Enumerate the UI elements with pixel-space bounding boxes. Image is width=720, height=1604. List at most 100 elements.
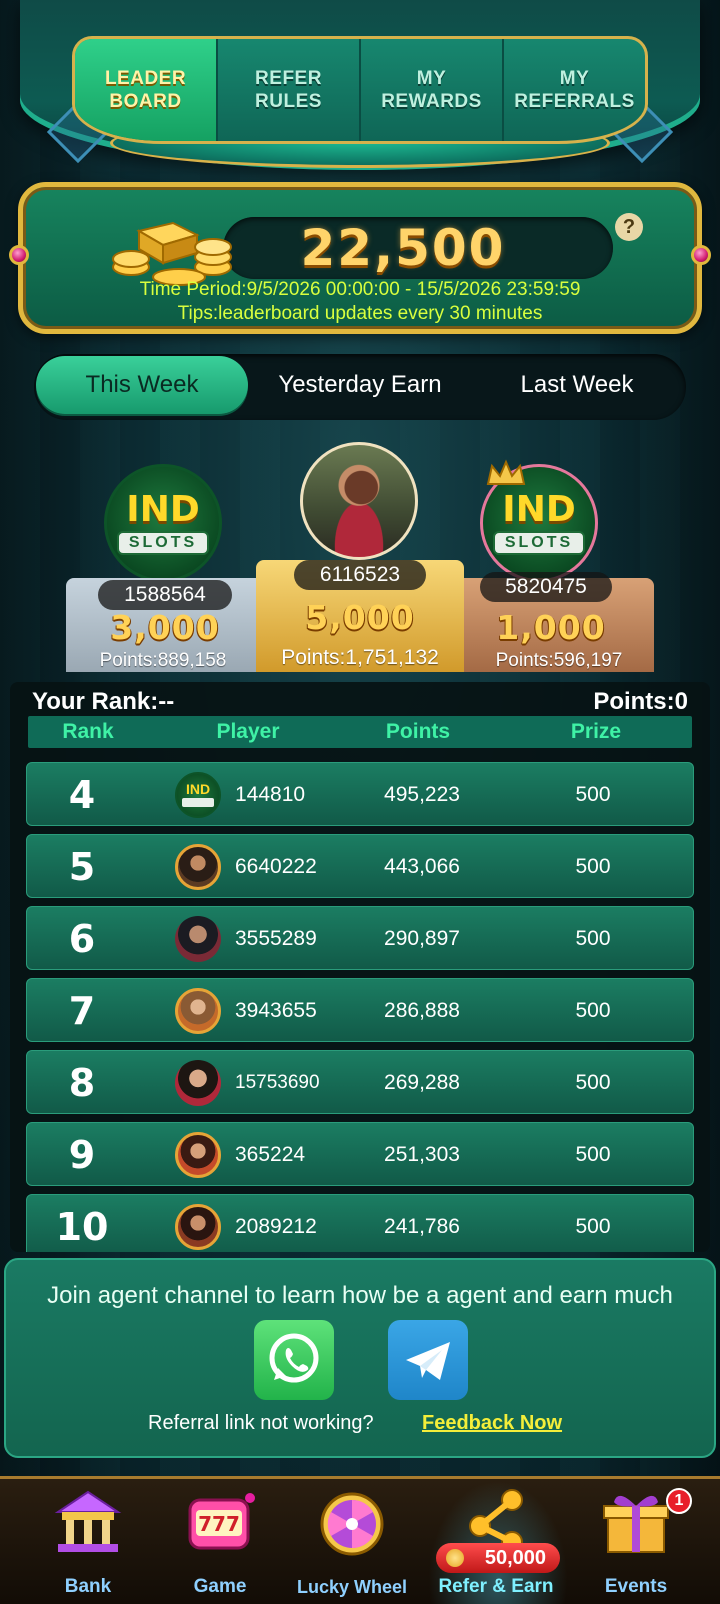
top-tabs: LEADER BOARD REFER RULES MY REWARDS MY R… [72,36,648,144]
player-prize: 500 [575,855,611,878]
rank-number: 9 [68,1133,96,1177]
rank-number: 6 [68,917,96,961]
player-prize: 500 [575,1215,611,1238]
nav-lucky-wheel[interactable]: Lucky Wheel [288,1480,416,1604]
tab-this-week[interactable]: This Week [36,356,248,414]
lucky-wheel-icon [320,1492,384,1556]
time-period: Time Period:9/5/2026 00:00:00 - 15/5/202… [139,279,581,300]
rank-list[interactable]: 4 IND 144810 495,223 500 5 6640222 443,0… [26,762,694,1252]
player-avatar [175,1060,221,1106]
nav-bank[interactable]: Bank [24,1480,152,1604]
your-points: Points:0 [593,688,688,715]
player-points: 290,897 [384,927,460,950]
telegram-button[interactable] [388,1320,468,1400]
rank-number: 7 [68,989,96,1033]
points-first: Points:1,751,132 [281,646,439,669]
player-id-second: 1588564 [98,580,232,610]
table-row[interactable]: 6 3555289 290,897 500 [26,906,694,970]
gem-decoration [691,245,711,265]
table-row[interactable]: 8 15753690 269,288 500 [26,1050,694,1114]
logo-text: SLOTS [117,531,209,555]
player-avatar [175,916,221,962]
slot-machine-icon: 777 [188,1493,255,1550]
player-prize: 500 [575,1071,611,1094]
events-notification-badge: 1 [666,1488,692,1514]
gift-box-icon [603,1495,669,1553]
tab-last-week[interactable]: Last Week [472,356,682,414]
player-prize: 500 [575,927,611,950]
prize-first: 5,000 [305,598,415,637]
player-id: 15753690 [235,1072,320,1093]
player-id: 3555289 [235,927,317,950]
tab-yesterday-earn[interactable]: Yesterday Earn [250,356,470,414]
player-avatar [175,1204,221,1250]
whatsapp-button[interactable] [254,1320,334,1400]
tab-my-rewards[interactable]: MY REWARDS [361,39,504,141]
prize-pool-amount: 22,500 [300,219,506,277]
bank-icon [54,1490,122,1552]
rank-number: 4 [68,773,96,817]
player-avatar [175,844,221,890]
header-player: Player [216,720,280,743]
tab-leaderboard[interactable]: LEADER BOARD [75,39,218,141]
feedback-now-link[interactable]: Feedback Now [422,1412,562,1435]
player-id: 365224 [235,1143,306,1166]
nav-game[interactable]: 777 Game [156,1480,284,1604]
telegram-icon [406,1342,450,1380]
period-tabs: This Week Yesterday Earn Last Week [34,354,686,420]
points-second: Points:889,158 [99,650,227,671]
crown-icon [486,459,526,485]
player-id: 3943655 [235,999,317,1022]
player-avatar: IND [175,772,221,818]
tab-refer-rules[interactable]: REFER RULES [218,39,361,141]
logo-text: IND [502,489,576,530]
rank-number: 5 [68,845,96,889]
player-id: 144810 [235,783,306,806]
agent-channel-title: Join agent channel to learn how be a age… [47,1282,673,1309]
player-points: 251,303 [384,1143,460,1166]
table-row[interactable]: 4 IND 144810 495,223 500 [26,762,694,826]
update-tips: Tips:leaderboard updates every 30 minute… [177,303,543,324]
table-row[interactable]: 10 2089212 241,786 500 [26,1194,694,1252]
referral-question: Referral link not working? [148,1412,374,1434]
nav-refer-earn-label: Refer & Earn [438,1576,554,1597]
player-points: 241,786 [384,1215,460,1238]
prize-second: 3,000 [110,608,220,647]
logo-text: IND [126,489,200,530]
player-points: 286,888 [384,999,460,1022]
tab-my-referrals[interactable]: MY REFERRALS [504,39,645,141]
logo-slots [182,798,214,807]
table-row[interactable]: 9 365224 251,303 500 [26,1122,694,1186]
avatar-second[interactable]: IND SLOTS [104,464,222,582]
player-id: 6640222 [235,855,317,878]
nav-bank-label: Bank [64,1576,112,1597]
table-header: Rank Player Points Prize [28,716,692,748]
points-third: Points:596,197 [495,650,623,671]
rank-number: 8 [68,1061,96,1105]
coins-badge: 50,000 [436,1543,560,1573]
help-icon[interactable]: ? [615,213,643,241]
player-avatar [175,1132,221,1178]
avatar-first[interactable] [300,442,418,560]
rank-number: 10 [55,1205,109,1249]
nav-game-label: Game [193,1576,247,1597]
gold-coins-icon [112,221,232,286]
table-row[interactable]: 7 3943655 286,888 500 [26,978,694,1042]
player-prize: 500 [575,783,611,806]
player-avatar [175,988,221,1034]
nav-refer-earn[interactable]: Refer & Earn [432,1480,560,1604]
player-id-first: 6116523 [294,560,426,590]
table-row[interactable]: 5 6640222 443,066 500 [26,834,694,898]
prize-third: 1,000 [496,608,606,647]
logo-text: SLOTS [493,531,585,555]
player-id: 2089212 [235,1215,317,1238]
player-points: 269,288 [384,1071,460,1094]
header-rank: Rank [62,720,114,743]
player-id-third: 5820475 [480,572,612,602]
svg-text:777: 777 [198,1512,240,1536]
prize-pool-banner: 22,500 ? Time Period:9/5/2026 00:00:00 -… [9,182,711,334]
your-rank: Your Rank:-- [32,688,175,715]
player-prize: 500 [575,1143,611,1166]
whatsapp-icon [269,1333,319,1383]
player-prize: 500 [575,999,611,1022]
